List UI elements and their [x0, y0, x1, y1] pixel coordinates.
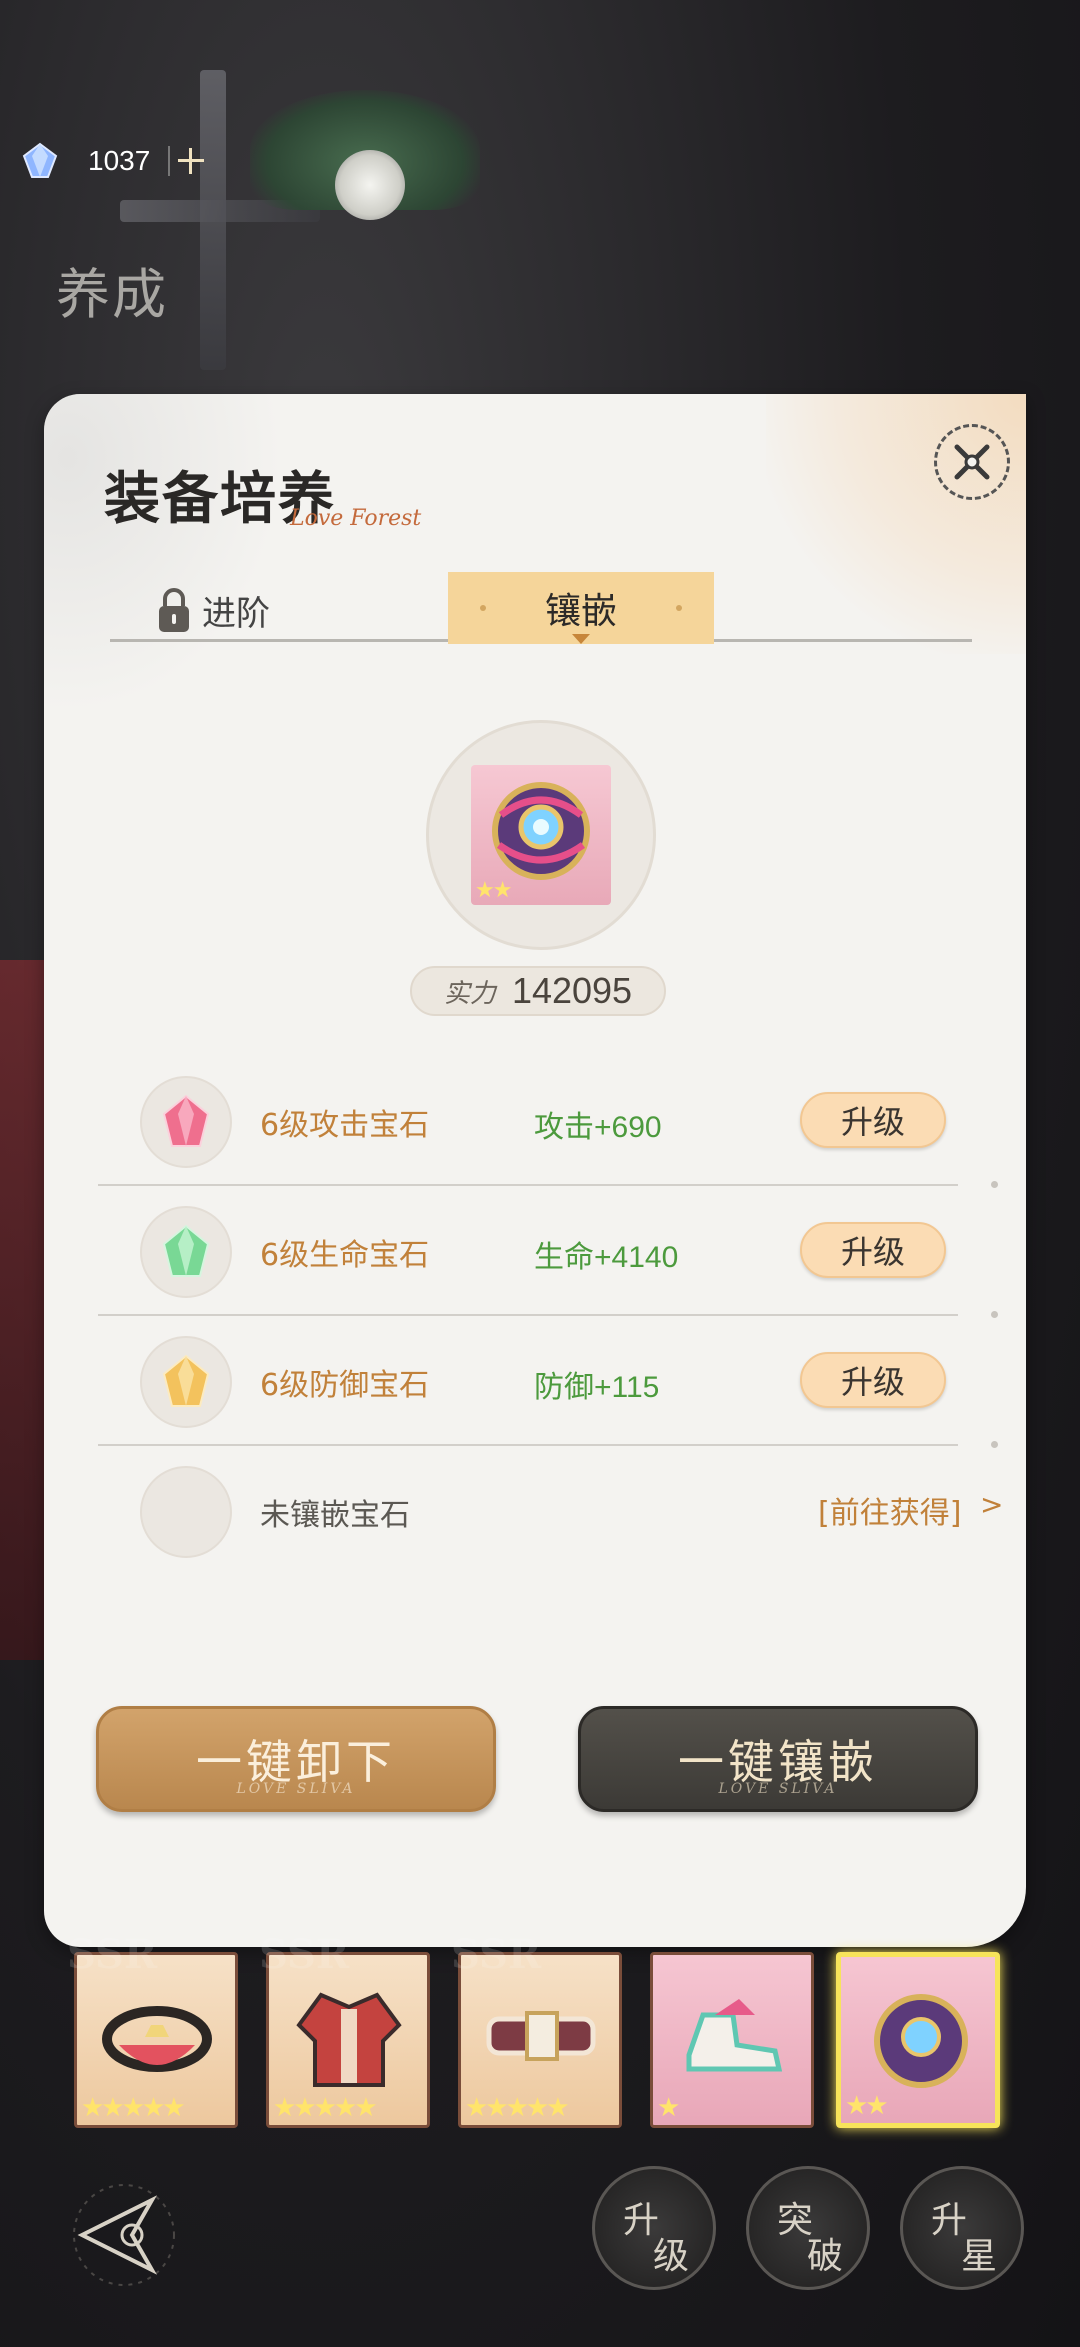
equipment-stars: ★★	[475, 878, 512, 903]
divider-dot	[991, 1181, 998, 1188]
divider	[168, 146, 171, 176]
jacket-icon	[296, 1992, 402, 2087]
add-currency-button[interactable]	[176, 146, 206, 176]
button-subtext: LOVE SLIVA	[718, 1781, 838, 1797]
panel-decoration-leaf	[44, 394, 284, 714]
currency-bar: 1037	[20, 138, 206, 184]
star-up-nav-char: 星	[961, 2236, 998, 2277]
equipment-item-jacket[interactable]: SSR ★★★★★	[259, 1931, 430, 2128]
gem-row-defense: 6级防御宝石 防御+115 升级	[98, 1318, 998, 1448]
gem-name: 6级防御宝石	[260, 1368, 430, 1403]
item-stars: ★★	[845, 2091, 889, 2121]
tab-active-indicator	[572, 634, 590, 644]
tab-advance[interactable]: 进阶	[154, 582, 270, 638]
tab-bar: 进阶 镶嵌	[110, 572, 972, 644]
equipment-item-helmet[interactable]: ★★	[836, 1952, 1000, 2128]
currency-value: 1037	[88, 145, 151, 176]
empty-gem-slot[interactable]	[140, 1466, 232, 1558]
button-subtext: LOVE SLIVA	[236, 1781, 356, 1797]
chevron-right-icon[interactable]: >	[980, 1488, 1003, 1521]
gem-stat: 攻击+690	[534, 1111, 662, 1144]
close-button[interactable]	[934, 424, 1010, 500]
empty-slot-label: 未镶嵌宝石	[260, 1498, 410, 1533]
equipment-preview[interactable]: ★★	[426, 720, 656, 950]
gem-stat: 防御+115	[534, 1371, 660, 1404]
gem-name: 6级生命宝石	[260, 1238, 430, 1273]
screen-title: 养成	[56, 263, 168, 326]
necklace-icon	[102, 2006, 212, 2072]
equipment-panel: 装备培养 Love Forest 进阶 镶嵌 ★★ 实力 142095 6级攻击…	[44, 394, 1026, 1947]
item-stars: ★	[657, 2093, 680, 2123]
power-label: 实力	[443, 978, 496, 1009]
gem-slot[interactable]	[140, 1336, 232, 1428]
power-display: 实力 142095	[410, 966, 666, 1016]
back-arrow-icon	[73, 2184, 175, 2286]
star-up-nav-button[interactable]: 升 星	[900, 2166, 1024, 2290]
lock-icon	[159, 588, 189, 632]
upgrade-nav-button[interactable]: 升 级	[592, 2166, 716, 2290]
power-value: 142095	[511, 970, 633, 1011]
yellow-gem-icon	[162, 1354, 210, 1407]
rarity-mark: SSR	[67, 1931, 158, 1978]
divider-dot	[991, 1441, 998, 1448]
tab-inlay-label: 镶嵌	[544, 591, 617, 632]
red-gem-icon	[162, 1094, 210, 1147]
equipment-item-bracelet[interactable]: SSR ★★★★★	[451, 1931, 622, 2128]
breakthrough-nav-button[interactable]: 突 破	[746, 2166, 870, 2290]
item-stars: ★★★★★	[81, 2093, 186, 2123]
gem-row-attack: 6级攻击宝石 攻击+690 升级	[98, 1058, 998, 1188]
gem-row-health: 6级生命宝石 生命+4140 升级	[98, 1188, 998, 1318]
gem-slot[interactable]	[140, 1076, 232, 1168]
upgrade-button[interactable]: 升级	[800, 1352, 946, 1408]
equipment-item-necklace[interactable]: SSR ★★★★★	[67, 1931, 238, 2128]
item-stars: ★★★★★	[465, 2093, 570, 2123]
breakthrough-nav-char: 破	[807, 2236, 844, 2277]
gem-name: 6级攻击宝石	[260, 1108, 430, 1143]
diamond-icon	[22, 142, 58, 178]
tab-advance-label: 进阶	[202, 593, 270, 634]
helmet-icon	[874, 1994, 968, 2088]
back-button[interactable]	[62, 2180, 186, 2290]
panel-subtitle: Love Forest	[290, 506, 422, 531]
equipment-strip: SSR ★★★★★ SSR ★★★★★ SSR ★★★★★ ★ ★★	[62, 1931, 1022, 2128]
gem-slot[interactable]	[140, 1206, 232, 1298]
shoes-icon	[686, 1999, 783, 2072]
rarity-mark: SSR	[451, 1931, 542, 1978]
rarity-mark: SSR	[259, 1931, 350, 1978]
green-gem-icon	[162, 1224, 210, 1277]
gem-row-empty: 未镶嵌宝石 [前往获得] >	[98, 1448, 1003, 1576]
upgrade-button[interactable]: 升级	[800, 1222, 946, 1278]
divider-dot	[991, 1311, 998, 1318]
inlay-all-button[interactable]: 一键镶嵌 LOVE SLIVA	[578, 1706, 978, 1812]
background-bulb	[335, 150, 405, 220]
bracelet-icon	[486, 2011, 596, 2061]
equipment-card: ★★	[471, 765, 611, 905]
goto-obtain-link[interactable]: [前往获得]	[818, 1488, 961, 1532]
close-icon	[954, 444, 990, 480]
gem-stat: 生命+4140	[534, 1241, 679, 1274]
unload-all-button[interactable]: 一键卸下 LOVE SLIVA	[96, 1706, 496, 1812]
equipment-item-shoes[interactable]: ★	[650, 1952, 814, 2128]
item-stars: ★★★★★	[273, 2093, 378, 2123]
upgrade-nav-char: 级	[653, 2236, 690, 2277]
upgrade-button[interactable]: 升级	[800, 1092, 946, 1148]
